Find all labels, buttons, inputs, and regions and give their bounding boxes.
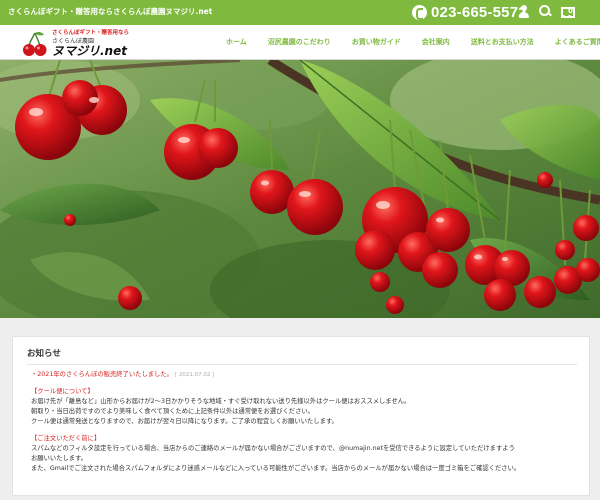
order-notice-line: スパムなどのフィルタ設定を行っている場合、当店からのご連絡のメールが届かない場合… <box>31 445 515 452</box>
news-title: お知らせ <box>27 349 61 359</box>
order-notice-line: お願いいたします。 <box>31 455 88 462</box>
site-tagline: さくらんぼギフト・贈答用ならさくらんぼ農園ヌマジリ.net <box>8 7 213 16</box>
main-nav: ホーム 沼尻農園のこだわり お買い物ガイド 会社案内 送料とお支払い方法 よくあ… <box>226 25 600 59</box>
user-icon[interactable] <box>518 5 530 18</box>
phone-icon <box>412 5 427 20</box>
news-headline[interactable]: ・2021年のさくらんぼの販売終了いたしました。 [ 2021.07.02 ] <box>31 370 579 380</box>
hero-cherries-image <box>0 60 600 318</box>
nav-commitment[interactable]: 沼尻農園のこだわり <box>268 37 331 47</box>
cherry-logo-icon <box>23 31 47 56</box>
top-bar: さくらんぼギフト・贈答用ならさくらんぼ農園ヌマジリ.net 023-665-55… <box>0 0 600 25</box>
cherry-tree-illustration <box>0 60 600 318</box>
navbar: さくらんぼギフト・贈答用なら さくらんぼ農園 ヌマジリ.net ホーム 沼尻農園… <box>0 25 600 60</box>
logo-wordmark: ヌマジリ.net <box>52 44 127 58</box>
phone-number[interactable]: 023-665-5572 <box>431 4 527 21</box>
site-logo[interactable]: さくらんぼギフト・贈答用なら さくらんぼ農園 ヌマジリ.net <box>22 27 182 59</box>
news-divider <box>27 364 577 365</box>
nav-home[interactable]: ホーム <box>226 37 247 47</box>
nav-company[interactable]: 会社案内 <box>422 37 450 47</box>
phone-contact[interactable]: 023-665-5572 <box>412 3 527 22</box>
cool-delivery-title: 【クール便について】 <box>31 388 94 395</box>
news-headline-text[interactable]: ・2021年のさくらんぼの販売終了いたしました。 <box>31 371 173 378</box>
cool-delivery-line: 朝取り・当日出荷ですのでより美味しく食べて頂くために上記条件以外は通常便をお選び… <box>31 408 314 415</box>
nav-shipping-payment[interactable]: 送料とお支払い方法 <box>471 37 534 47</box>
news-panel: お知らせ ・2021年のさくらんぼの販売終了いたしました。 [ 2021.07.… <box>12 336 590 496</box>
search-icon[interactable] <box>539 5 551 18</box>
nav-faq[interactable]: よくあるご質問 <box>555 37 600 47</box>
cool-delivery-line: お届け先が「離島など」山形からお届けが2～3日かかりそうな地域・すぐ受け取れない… <box>31 398 411 405</box>
news-body: ・2021年のさくらんぼの販売終了いたしました。 [ 2021.07.02 ] … <box>31 370 579 474</box>
order-notice-line: また、Gmailでご注文された場合スパムフォルダにより迷惑メールなどに入っている… <box>31 465 521 472</box>
cart-count: 0 <box>568 7 573 15</box>
news-headline-date: [ 2021.07.02 ] <box>174 372 215 378</box>
nav-shopping-guide[interactable]: お買い物ガイド <box>352 37 401 47</box>
cool-delivery-line: クール便は通常発送となりますので、お届けが翌々日以降になります。ご了承の程宜しく… <box>31 418 338 425</box>
logo-tagline: さくらんぼギフト・贈答用なら <box>52 30 130 36</box>
order-notice-title: 【ご注文いただく前に】 <box>31 435 101 442</box>
